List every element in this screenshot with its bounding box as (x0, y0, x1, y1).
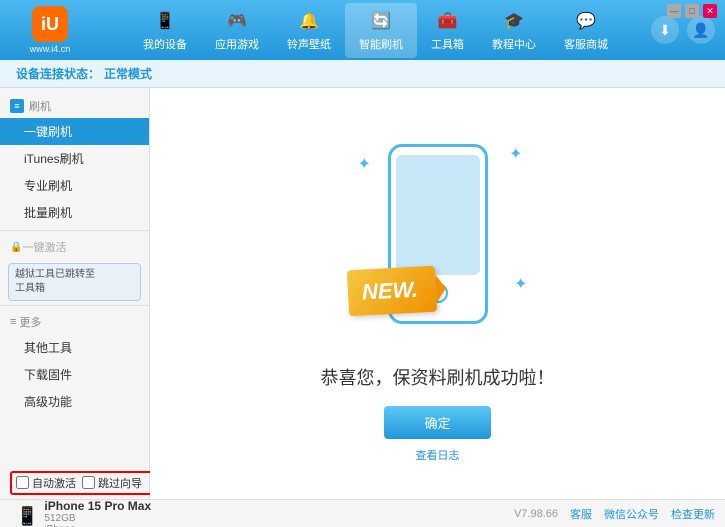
nav-my-device-label: 我的设备 (143, 36, 187, 52)
user-button[interactable]: 👤 (687, 16, 715, 44)
sidebar-download-firmware[interactable]: 下载固件 (0, 361, 149, 388)
nav-my-device[interactable]: 📱 我的设备 (129, 3, 201, 58)
main-layout: ≡ 刷机 一键刷机 iTunes刷机 专业刷机 批量刷机 🔒 一键激活 越狱工具… (0, 88, 725, 499)
flash-section-icon: ≡ (10, 99, 24, 113)
logo-url: www.i4.cn (30, 44, 71, 54)
lock-icon: 🔒 (10, 242, 22, 253)
sidebar: ≡ 刷机 一键刷机 iTunes刷机 专业刷机 批量刷机 🔒 一键激活 越狱工具… (0, 88, 150, 499)
smart-flash-icon: 🔄 (369, 9, 393, 33)
activate-section-header: 🔒 一键激活 (0, 235, 149, 259)
device-name: iPhone 15 Pro Max (44, 499, 151, 513)
more-section-text: 更多 (19, 314, 41, 330)
version-label: V7.98.66 (514, 508, 558, 520)
new-badge: NEW. (346, 266, 436, 317)
nav-ringtones[interactable]: 🔔 铃声壁纸 (273, 3, 345, 58)
flash-section-header: ≡ 刷机 (0, 94, 149, 118)
nav-service-label: 客服商城 (564, 36, 608, 52)
download-button[interactable]: ⬇ (651, 16, 679, 44)
customer-service-link[interactable]: 客服 (570, 506, 592, 522)
success-message: 恭喜您，保资料刷机成功啦！ (321, 364, 555, 390)
sidebar-itunes-flash[interactable]: iTunes刷机 (0, 145, 149, 172)
more-section-header: ≡ 更多 (0, 310, 149, 334)
device-type: iPhone (44, 524, 151, 527)
apps-icon: 🎮 (225, 9, 249, 33)
sidebar-note: 越狱工具已跳转至工具箱 (8, 263, 141, 301)
more-section-label: ≡ (10, 316, 16, 328)
toolbox-icon: 🧰 (436, 9, 460, 33)
nav-smart-flash-label: 智能刷机 (359, 36, 403, 52)
nav-tutorial[interactable]: 🎓 教程中心 (478, 3, 550, 58)
tutorial-icon: 🎓 (502, 9, 526, 33)
nav-apps[interactable]: 🎮 应用游戏 (201, 3, 273, 58)
sparkle-bottom-right: ✦ (514, 274, 527, 294)
main-nav: 📱 我的设备 🎮 应用游戏 🔔 铃声壁纸 🔄 智能刷机 🧰 工具箱 🎓 (100, 3, 651, 58)
nav-tutorial-label: 教程中心 (492, 36, 536, 52)
footer-right: V7.98.66 客服 微信公众号 检查更新 (514, 506, 715, 522)
auto-activate-label: 自动激活 (32, 475, 76, 491)
device-storage: 512GB (44, 513, 151, 524)
guide-checkbox[interactable] (82, 476, 95, 489)
footer: 自动激活 跳过向导 📱 iPhone 15 Pro Max 512GB iPho… (0, 499, 725, 527)
window-controls: — □ ✕ (667, 4, 717, 18)
sidebar-one-key-flash[interactable]: 一键刷机 (0, 118, 149, 145)
sidebar-other-tools[interactable]: 其他工具 (0, 334, 149, 361)
footer-device: 📱 iPhone 15 Pro Max 512GB iPhone (10, 497, 157, 527)
ringtones-icon: 🔔 (297, 9, 321, 33)
nav-toolbox[interactable]: 🧰 工具箱 (417, 3, 478, 58)
app-logo: iU www.i4.cn (10, 6, 90, 54)
nav-service[interactable]: 💬 客服商城 (550, 3, 622, 58)
confirm-button[interactable]: 确定 (384, 406, 490, 439)
device-phone-icon: 📱 (16, 506, 38, 527)
sidebar-pro-flash[interactable]: 专业刷机 (0, 172, 149, 199)
header-right: ⬇ 👤 (651, 16, 715, 44)
auto-activate-checkbox[interactable] (16, 476, 29, 489)
service-icon: 💬 (574, 9, 598, 33)
nav-apps-label: 应用游戏 (215, 36, 259, 52)
nav-toolbox-label: 工具箱 (431, 36, 464, 52)
sidebar-batch-flash[interactable]: 批量刷机 (0, 199, 149, 226)
header: iU www.i4.cn 📱 我的设备 🎮 应用游戏 🔔 铃声壁纸 🔄 智能刷机… (0, 0, 725, 60)
nav-smart-flash[interactable]: 🔄 智能刷机 (345, 3, 417, 58)
close-button[interactable]: ✕ (703, 4, 717, 18)
auto-activate-checkbox-group: 自动激活 (16, 475, 76, 491)
sparkle-top-right: ✦ (509, 144, 522, 164)
auto-activate-section: 自动激活 跳过向导 (10, 471, 157, 495)
connection-status-value: 正常模式 (104, 65, 152, 82)
connection-status-prefix: 设备连接状态： (16, 65, 100, 82)
flash-section-label: 刷机 (29, 98, 51, 114)
nav-ringtones-label: 铃声壁纸 (287, 36, 331, 52)
maximize-button[interactable]: □ (685, 4, 699, 18)
sidebar-divider-1 (0, 230, 149, 231)
minimize-button[interactable]: — (667, 4, 681, 18)
sidebar-advanced[interactable]: 高级功能 (0, 388, 149, 415)
device-info: iPhone 15 Pro Max 512GB iPhone (44, 499, 151, 527)
sparkle-top-left: ✦ (358, 154, 371, 174)
guide-label: 跳过向导 (98, 475, 142, 491)
check-update-link[interactable]: 检查更新 (671, 506, 715, 522)
sub-header: 设备连接状态： 正常模式 (0, 60, 725, 88)
sidebar-divider-2 (0, 305, 149, 306)
activate-section-label: 一键激活 (22, 239, 66, 255)
view-log-link[interactable]: 查看日志 (416, 447, 460, 463)
guide-checkbox-group: 跳过向导 (82, 475, 142, 491)
logo-icon: iU (32, 6, 68, 42)
footer-left: 自动激活 跳过向导 📱 iPhone 15 Pro Max 512GB iPho… (10, 471, 157, 527)
phone-screen (396, 155, 480, 275)
phone-illustration: ✦ ✦ ✦ NEW. (338, 124, 538, 344)
content-area: ✦ ✦ ✦ NEW. 恭喜您，保资料刷机成功啦！ 确定 查看日志 (150, 88, 725, 499)
my-device-icon: 📱 (153, 9, 177, 33)
wechat-link[interactable]: 微信公众号 (604, 506, 659, 522)
